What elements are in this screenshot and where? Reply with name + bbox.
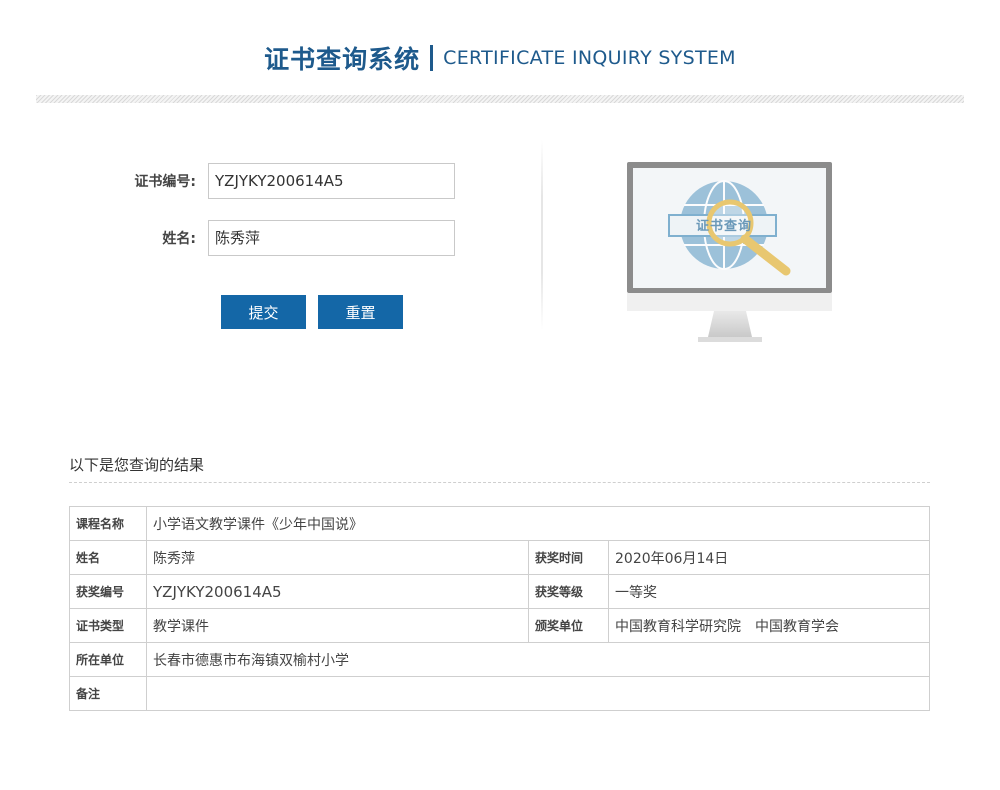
award-level-label: 获奖等级 [528,574,609,609]
table-row: 证书类型 教学课件 颁奖单位 中国教育科学研究院 中国教育学会 [69,608,930,643]
results-table: 课程名称 小学语文教学课件《少年中国说》 姓名 陈秀萍 获奖时间 2020年06… [69,506,930,711]
table-row: 课程名称 小学语文教学课件《少年中国说》 [69,506,930,541]
course-label: 课程名称 [69,506,147,541]
award-time-value: 2020年06月14日 [608,540,930,575]
monitor-illustration: 证书查询 [626,161,833,343]
name-cell-value: 陈秀萍 [146,540,529,575]
page-header: 证书查询系统 CERTIFICATE INQUIRY SYSTEM [0,40,1000,84]
monitor-icon [627,162,832,342]
award-time-label: 获奖时间 [528,540,609,575]
table-row: 姓名 陈秀萍 获奖时间 2020年06月14日 [69,540,930,575]
issuer-value: 中国教育科学研究院 中国教育学会 [608,608,930,643]
reset-button[interactable]: 重置 [318,295,403,329]
issuer-label: 颁奖单位 [528,608,609,643]
course-value: 小学语文教学课件《少年中国说》 [146,506,930,541]
page-subtitle: CERTIFICATE INQUIRY SYSTEM [443,47,736,69]
cert-no-row: 证书编号: YZJYKY200614A5 [100,163,455,199]
name-cell-label: 姓名 [69,540,147,575]
remark-label: 备注 [69,676,147,711]
header-divider [36,95,964,103]
unit-label: 所在单位 [69,642,147,677]
cert-type-value: 教学课件 [146,608,529,643]
cert-no-input[interactable]: YZJYKY200614A5 [208,163,455,199]
results-divider [69,482,930,483]
award-no-label: 获奖编号 [69,574,147,609]
vertical-divider [541,140,543,330]
name-label: 姓名: [162,231,196,247]
remark-value [146,676,930,711]
cert-no-label: 证书编号: [134,174,196,190]
table-row: 获奖编号 YZJYKY200614A5 获奖等级 一等奖 [69,574,930,609]
submit-button[interactable]: 提交 [221,295,306,329]
results-heading: 以下是您查询的结果 [69,456,205,474]
name-input[interactable]: 陈秀萍 [208,220,455,256]
cert-type-label: 证书类型 [69,608,147,643]
table-row: 备注 [69,676,930,711]
monitor-screen-text: 证书查询 [696,219,753,234]
title-separator [430,45,434,71]
page-title: 证书查询系统 [264,45,421,74]
award-no-value: YZJYKY200614A5 [146,574,529,609]
unit-value: 长春市德惠市布海镇双榆村小学 [146,642,930,677]
name-row: 姓名: 陈秀萍 [100,220,455,256]
table-row: 所在单位 长春市德惠市布海镇双榆村小学 [69,642,930,677]
award-level-value: 一等奖 [608,574,930,609]
